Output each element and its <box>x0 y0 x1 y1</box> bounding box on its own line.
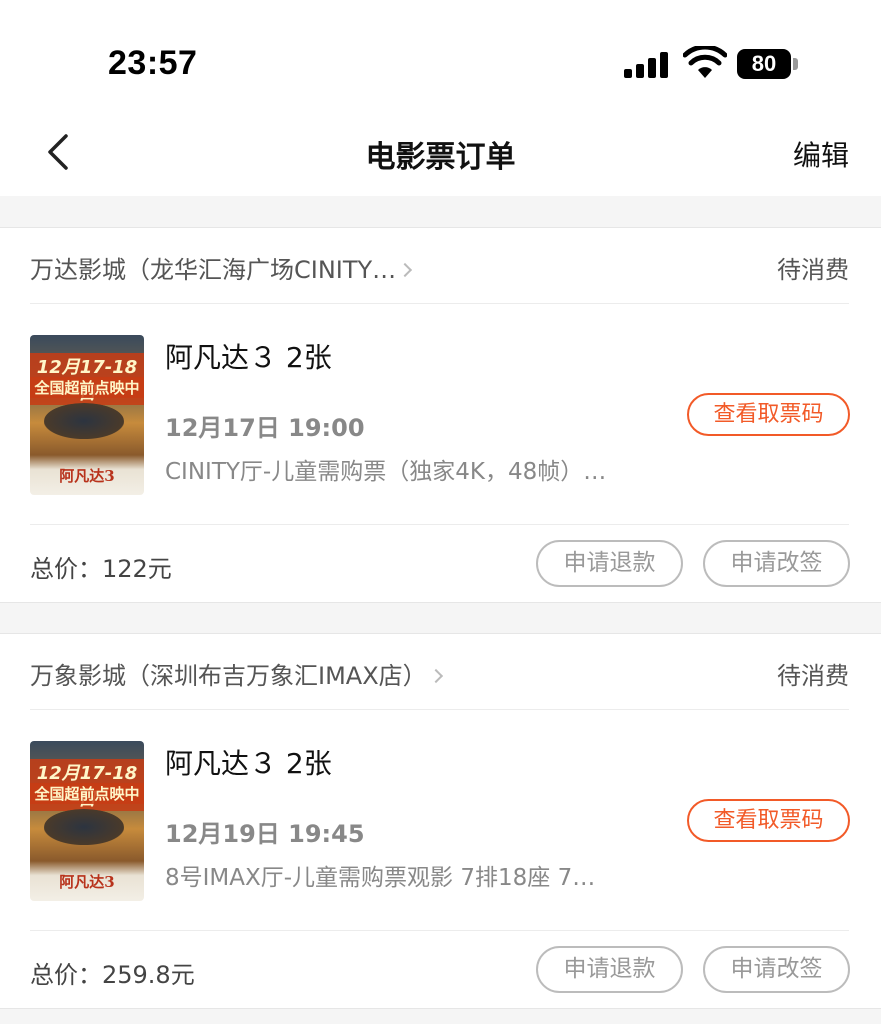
refund-button[interactable]: 申请退款 <box>536 540 683 587</box>
poster-artwork <box>44 403 124 439</box>
view-ticket-code-button[interactable]: 查看取票码 <box>687 393 850 436</box>
chevron-right-icon <box>398 262 413 278</box>
back-arrow-icon[interactable] <box>40 130 80 174</box>
poster-promo-text: 全国超前点映中 <box>30 783 144 804</box>
poster-artwork <box>44 809 124 845</box>
order-status: 待消费 <box>777 662 849 690</box>
refund-button[interactable]: 申请退款 <box>536 946 683 993</box>
showtime: 12月19日 19:45 <box>165 820 365 848</box>
order-card: 万象影城（深圳布吉万象汇IMAX店） 待消费 12月17-18日 全国超前点映中… <box>0 633 881 1009</box>
hall-info: CINITY厅-儿童需购票（独家4K，48帧）… <box>165 459 607 485</box>
total-price: 总价：259.8元 <box>30 961 195 989</box>
cinema-link[interactable]: 万象影城（深圳布吉万象汇IMAX店） <box>30 656 443 691</box>
chevron-right-icon <box>428 668 443 684</box>
view-ticket-code-button[interactable]: 查看取票码 <box>687 799 850 842</box>
poster-title-text: 阿凡达3 <box>59 873 115 891</box>
cinema-link[interactable]: 万达影城（龙华汇海广场CINITY… <box>30 250 413 285</box>
change-ticket-button[interactable]: 申请改签 <box>703 540 850 587</box>
movie-poster[interactable]: 12月17-18日 全国超前点映中 阿凡达3 <box>30 335 144 495</box>
order-status: 待消费 <box>777 256 849 284</box>
edit-button[interactable]: 编辑 <box>793 134 849 174</box>
movie-title: 阿凡达３ 2张 <box>165 341 332 374</box>
status-bar: 23:57 80 <box>0 0 881 110</box>
poster-promo-text: 全国超前点映中 <box>30 377 144 398</box>
cellular-signal-icon <box>624 52 670 78</box>
nav-bar: 电影票订单 编辑 <box>0 110 881 196</box>
hall-info: 8号IMAX厅-儿童需购票观影 7排18座 7… <box>165 865 596 891</box>
order-card-footer: 总价：259.8元 申请退款 申请改签 <box>30 930 850 1010</box>
order-card: 万达影城（龙华汇海广场CINITY… 待消费 12月17-18日 全国超前点映中… <box>0 227 881 603</box>
battery-cap <box>793 58 798 70</box>
showtime: 12月17日 19:00 <box>165 414 365 442</box>
order-card-header: 万达影城（龙华汇海广场CINITY… 待消费 <box>30 228 849 304</box>
movie-poster[interactable]: 12月17-18日 全国超前点映中 阿凡达3 <box>30 741 144 901</box>
page-title: 电影票订单 <box>365 140 516 175</box>
battery-icon: 80 <box>737 49 791 79</box>
cinema-name: 万象影城（深圳布吉万象汇IMAX店） <box>30 662 427 690</box>
cinema-name: 万达影城（龙华汇海广场CINITY… <box>30 256 397 284</box>
status-time: 23:57 <box>108 44 198 82</box>
movie-title: 阿凡达３ 2张 <box>165 747 332 780</box>
total-price: 总价：122元 <box>30 555 172 583</box>
order-card-header: 万象影城（深圳布吉万象汇IMAX店） 待消费 <box>30 634 849 710</box>
poster-title-text: 阿凡达3 <box>59 467 115 485</box>
change-ticket-button[interactable]: 申请改签 <box>703 946 850 993</box>
wifi-icon <box>683 46 727 78</box>
order-card-footer: 总价：122元 申请退款 申请改签 <box>30 524 850 604</box>
